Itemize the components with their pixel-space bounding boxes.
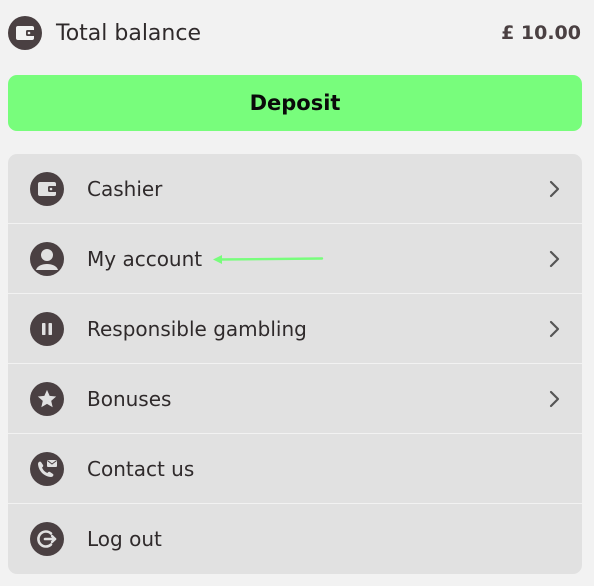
- menu-item-label: Cashier: [87, 176, 163, 201]
- user-icon: [30, 241, 64, 276]
- menu-item-label: Contact us: [87, 456, 195, 481]
- menu-item-contact-us[interactable]: Contact us: [8, 434, 582, 504]
- menu-item-responsible-gambling[interactable]: Responsible gambling: [8, 294, 582, 364]
- menu-item-label: Responsible gambling: [87, 316, 307, 341]
- menu-item-cashier[interactable]: Cashier: [8, 154, 582, 224]
- chevron-right-icon: [549, 390, 560, 407]
- logout-icon: [30, 522, 64, 556]
- chevron-right-icon: [549, 320, 560, 337]
- balance-row: Total balance £ 10.00: [8, 15, 582, 51]
- pause-icon: [30, 311, 64, 346]
- menu-item-my-account[interactable]: My account: [8, 224, 582, 294]
- star-icon: [30, 381, 64, 416]
- menu-item-log-out[interactable]: Log out: [8, 504, 582, 574]
- menu-item-bonuses[interactable]: Bonuses: [8, 364, 582, 434]
- menu-item-label: My account: [87, 246, 203, 271]
- chevron-right-icon: [549, 180, 560, 197]
- wallet-icon: [30, 171, 64, 206]
- chevron-right-icon: [549, 250, 560, 267]
- total-balance-label: Total balance: [56, 20, 201, 46]
- menu-item-label: Log out: [87, 527, 162, 551]
- total-balance-amount: £ 10.00: [501, 22, 581, 44]
- phone-mail-icon: [30, 451, 64, 486]
- wallet-icon: [8, 16, 42, 50]
- account-menu: Cashier My account Responsible gambling: [8, 154, 582, 574]
- deposit-button[interactable]: Deposit: [8, 75, 582, 131]
- menu-item-label: Bonuses: [87, 386, 172, 411]
